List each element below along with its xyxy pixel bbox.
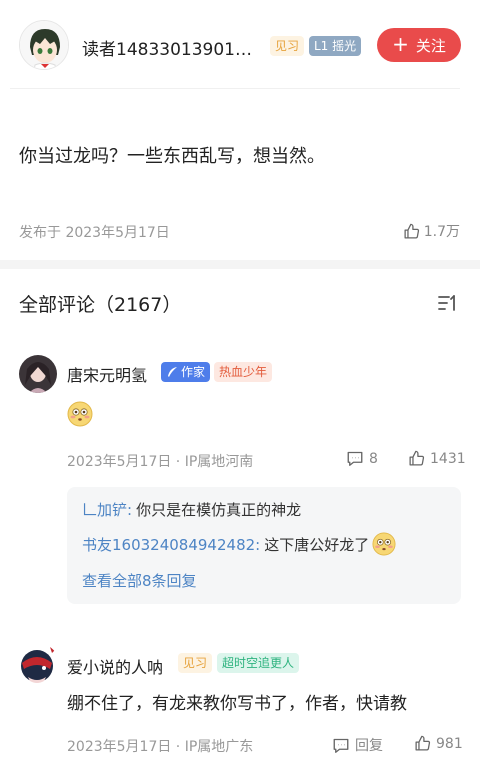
comment-date-location: 2023年5月17日 · IP属地河南 xyxy=(67,454,254,470)
comment-like-count: 1431 xyxy=(430,450,466,467)
reply-item: 书友160324084942482: 这下唐公好龙了 xyxy=(82,532,396,556)
thumb-up-icon xyxy=(404,223,419,239)
follow-label: 关注 xyxy=(415,36,446,55)
commenter-avatar[interactable] xyxy=(19,355,57,393)
author-badge-label: 作家 xyxy=(181,365,206,379)
reply-button[interactable]: 8 xyxy=(346,450,378,467)
thumb-up-icon xyxy=(409,450,425,466)
flushed-face-emoji xyxy=(372,532,396,556)
post-like-count: 1.7万 xyxy=(423,224,460,240)
view-all-replies-link[interactable]: 查看全部8条回复 xyxy=(82,570,197,591)
comments-title: 全部评论（2167） xyxy=(19,294,182,316)
reply-author[interactable]: 𠃊加铲: xyxy=(82,499,132,520)
quill-icon xyxy=(168,367,177,377)
comment-like-button[interactable]: 1431 xyxy=(408,450,466,467)
author-badge: 作家 xyxy=(161,362,211,382)
comment-icon xyxy=(347,451,363,466)
reply-button[interactable]: 回复 xyxy=(332,735,383,755)
trainee-badge: 见习 xyxy=(270,36,305,56)
reply-text: 你只是在模仿真正的神龙 xyxy=(136,501,302,519)
post-date: 发布于 2023年5月17日 xyxy=(19,225,170,241)
reply-text: 这下唐公好龙了 xyxy=(264,535,370,554)
comment-text: 绷不住了，有龙来教你写书了，作者，快请教 xyxy=(67,694,407,714)
plus-icon: + xyxy=(392,32,409,56)
reply-author[interactable]: 书友160324084942482: xyxy=(82,534,260,555)
post-like-button[interactable]: 1.7万 xyxy=(403,221,460,241)
trainee-badge: 见习 xyxy=(178,653,213,673)
reply-count: 8 xyxy=(369,450,378,467)
fan-badge: 超时空追更人 xyxy=(217,653,300,673)
author-name[interactable]: 读者14833013901… xyxy=(82,35,252,60)
comment-like-count: 981 xyxy=(436,735,463,752)
comment-icon xyxy=(333,738,349,753)
reply-preview-box[interactable]: 𠃊加铲: 你只是在模仿真正的神龙 书友160324084942482: 这下唐公… xyxy=(67,487,461,604)
fan-badge: 热血少年 xyxy=(214,362,273,382)
post-header: 读者14833013901… 见习 L1 摇光 + 关注 xyxy=(0,0,480,88)
commenter-name[interactable]: 唐宋元明氢 xyxy=(67,362,147,386)
commenter-name[interactable]: 爱小说的人呐 xyxy=(67,654,163,678)
reply-label: 回复 xyxy=(355,738,383,754)
comment-like-button[interactable]: 981 xyxy=(414,735,463,752)
flushed-face-emoji xyxy=(67,401,93,427)
thumb-up-icon xyxy=(415,735,431,751)
sort-icon[interactable] xyxy=(437,293,459,313)
follow-button[interactable]: + 关注 xyxy=(377,28,461,62)
post-content: 你当过龙吗？一些东西乱写，想当然。 xyxy=(19,146,325,167)
commenter-avatar[interactable] xyxy=(14,643,60,689)
author-avatar[interactable] xyxy=(19,20,69,70)
reply-item: 𠃊加铲: 你只是在模仿真正的神龙 xyxy=(82,499,301,520)
divider xyxy=(10,88,460,89)
comment-date-location: 2023年5月17日 · IP属地广东 xyxy=(67,739,254,755)
level-badge: L1 摇光 xyxy=(309,36,362,56)
section-separator xyxy=(0,260,480,269)
